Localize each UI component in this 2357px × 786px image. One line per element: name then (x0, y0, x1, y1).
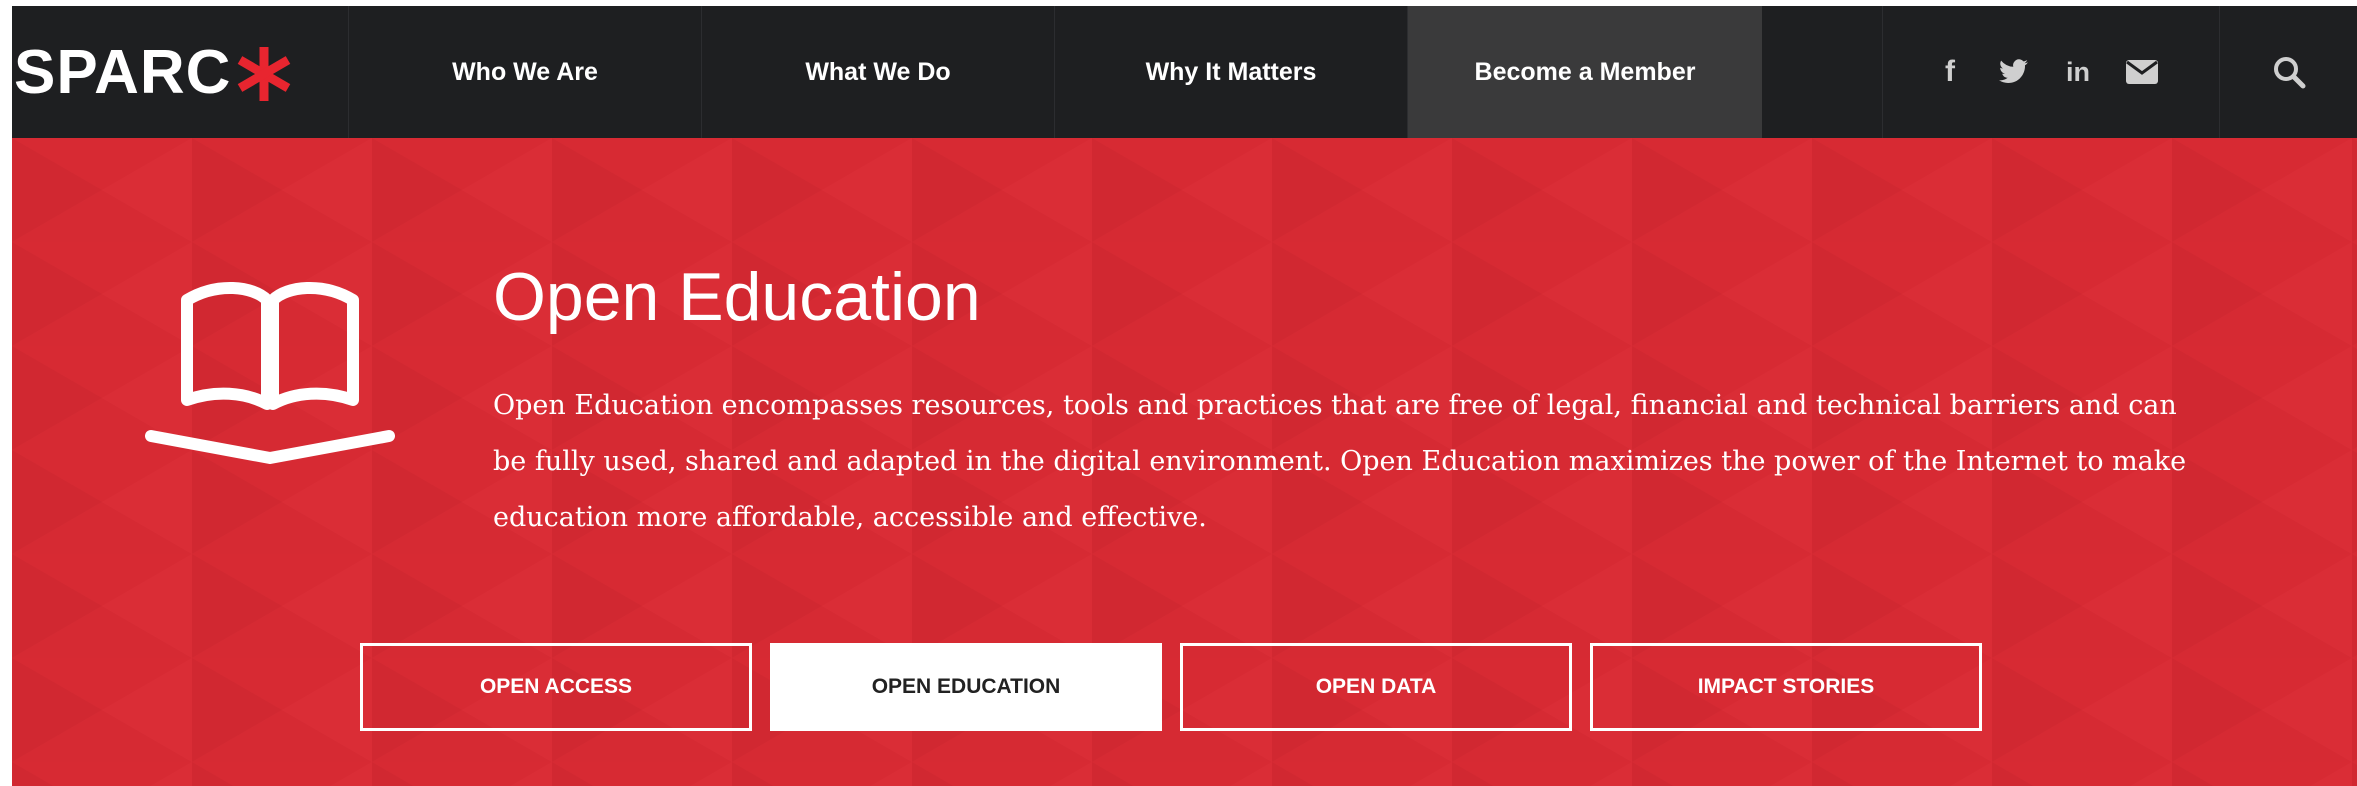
page-title: Open Education (493, 259, 981, 335)
hero-banner: Open Education Open Education encompasse… (12, 138, 2357, 786)
tab-label: IMPACT STORIES (1697, 675, 1875, 698)
tab-open-data[interactable]: OPEN DATA (1180, 643, 1572, 731)
nav-label: Why It Matters (1145, 57, 1317, 86)
facebook-icon[interactable]: f (1933, 55, 1967, 89)
asterisk-logo-icon (238, 47, 291, 101)
page: SPARC Who We Are What We Do Why It Matte… (12, 6, 2357, 786)
sparc-logo[interactable]: SPARC (12, 6, 348, 138)
nav-item-become-a-member[interactable]: Become a Member (1407, 6, 1762, 138)
nav-item-who-we-are[interactable]: Who We Are (348, 6, 701, 138)
nav-item-why-it-matters[interactable]: Why It Matters (1054, 6, 1407, 138)
twitter-icon[interactable] (1997, 55, 2031, 89)
search-icon (2273, 57, 2305, 89)
tab-label: OPEN DATA (1315, 675, 1437, 698)
hero-description: Open Education encompasses resources, to… (493, 390, 2187, 533)
tab-impact-stories[interactable]: IMPACT STORIES (1590, 643, 1982, 731)
email-icon[interactable] (2125, 55, 2159, 89)
tab-label: OPEN ACCESS (479, 675, 633, 698)
tab-open-education[interactable]: OPEN EDUCATION (770, 643, 1162, 731)
tab-label: OPEN EDUCATION (871, 675, 1061, 698)
top-nav: SPARC Who We Are What We Do Why It Matte… (12, 6, 2357, 138)
nav-label: Who We Are (452, 57, 598, 86)
logo-wordmark: SPARC (14, 37, 232, 107)
nav-item-what-we-do[interactable]: What We Do (701, 6, 1054, 138)
open-book-icon (145, 282, 395, 464)
nav-label: What We Do (805, 57, 951, 86)
nav-label: Become a Member (1474, 57, 1696, 86)
linkedin-icon[interactable]: in (2061, 55, 2095, 89)
tab-open-access[interactable]: OPEN ACCESS (360, 643, 752, 731)
search-button[interactable] (2219, 6, 2357, 138)
social-links: f in (1882, 6, 2209, 138)
